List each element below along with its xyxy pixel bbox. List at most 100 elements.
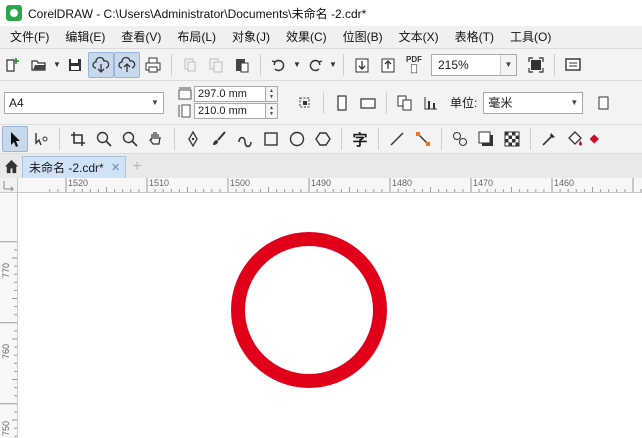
new-document-button[interactable] [0,52,26,78]
toolbar-separator [341,128,342,150]
zoom-tool-button[interactable] [91,126,117,152]
undo-icon [271,59,285,71]
diagonal-line-icon [390,132,404,146]
units-select[interactable]: 毫米 ▼ [483,91,584,114]
paste-button[interactable] [229,52,255,78]
shape-node-icon [35,133,48,146]
cloud-export-button[interactable] [114,51,140,78]
toolbar-separator [530,128,531,150]
toolbar-separator [441,128,442,150]
application-launcher-button[interactable] [560,52,586,78]
print-button[interactable] [140,52,166,78]
welcome-screen-tab[interactable] [0,154,22,178]
page-width-input[interactable]: 297.0 mm [194,86,266,102]
align-distribute-button[interactable] [418,90,444,116]
paint-bucket-icon [568,131,582,146]
all-pages-button[interactable] [292,90,318,116]
menu-file[interactable]: 文件(F) [0,26,57,48]
menu-effects[interactable]: 效果(C) [278,26,335,48]
redo-dropdown-arrow[interactable]: ▼ [328,52,338,78]
curve-tool-button[interactable] [232,126,258,152]
connector-tool-button[interactable] [410,126,436,152]
redo-button[interactable] [302,52,328,78]
horizontal-ruler[interactable]: 1520 1510 1500 1490 1480 1470 1460 [18,178,642,193]
line-tool-button[interactable] [384,126,410,152]
page-width-spinner[interactable]: ▲ ▼ [266,86,278,102]
page-size-dropdown-arrow[interactable]: ▼ [147,92,163,113]
drop-shadow-icon [478,131,493,146]
transparency-tool-button[interactable] [499,126,525,152]
full-screen-preview-button[interactable] [523,52,549,78]
drop-shadow-tool-button[interactable] [473,126,499,152]
hruler-label: 1520 [68,178,89,188]
ellipse-tool-button[interactable] [284,126,310,152]
brush-icon [213,131,226,145]
zoom-level-value[interactable]: 215% [432,58,500,72]
toolbox-more-button[interactable] [588,126,602,152]
portrait-button[interactable] [329,90,355,116]
rectangle-tool-button[interactable] [258,126,284,152]
landscape-button[interactable] [355,90,381,116]
menu-view[interactable]: 查看(V) [113,26,169,48]
home-icon [4,159,18,173]
undo-dropdown-arrow[interactable]: ▼ [292,52,302,78]
eyedropper-tool-button[interactable] [536,126,562,152]
drawing-canvas[interactable] [19,194,642,438]
zoom-out-tool-button[interactable] [117,126,143,152]
pen-tool-button[interactable] [180,126,206,152]
publish-pdf-button[interactable]: PDF [401,52,427,78]
toolbar-separator [171,53,172,76]
ruler-origin-corner[interactable] [0,178,18,193]
window-title: CorelDRAW - C:\Users\Administrator\Docum… [28,6,367,21]
import-button[interactable] [349,52,375,78]
pan-tool-button[interactable] [143,126,169,152]
new-tab-button[interactable]: + [126,156,148,178]
pick-tool-button[interactable] [2,126,28,152]
units-dropdown-arrow[interactable]: ▼ [566,92,583,113]
brush-tool-button[interactable] [206,126,232,152]
interactive-fill-tool-button[interactable] [562,126,588,152]
vertical-ruler-ticks [0,241,17,437]
export-button[interactable] [375,52,401,78]
portrait-icon [337,94,347,111]
page-size-select[interactable]: A4 ▼ [4,91,164,114]
crop-tool-button[interactable] [65,126,91,152]
toolbar-separator [554,53,555,76]
red-ring-ellipse[interactable] [231,232,387,388]
blend-tool-button[interactable] [447,126,473,152]
open-button[interactable] [26,52,52,78]
vruler-label: 750 [1,420,11,436]
menu-bitmaps[interactable]: 位图(B) [335,26,391,48]
undo-button[interactable] [266,52,292,78]
zoom-level-combo[interactable]: 215% ▼ [431,53,517,76]
outline-pen-icon [589,134,599,144]
menu-object[interactable]: 对象(J) [224,26,278,48]
import-icon [355,58,369,72]
close-tab-icon[interactable]: ✕ [111,161,125,174]
document-tab[interactable]: 未命名 -2.cdr* ✕ [22,156,126,178]
page-height-input[interactable]: 210.0 mm [194,103,266,119]
menu-tools[interactable]: 工具(O) [502,26,559,48]
page-height-spinner[interactable]: ▲ ▼ [266,103,278,119]
open-dropdown-arrow[interactable]: ▼ [52,52,62,78]
polygon-tool-button[interactable] [310,126,336,152]
page-adjust-icon [299,97,310,107]
menu-edit[interactable]: 编辑(E) [57,26,113,48]
current-page-button[interactable] [392,90,418,116]
save-button[interactable] [62,52,88,78]
copy-button[interactable] [203,52,229,78]
shape-tool-button[interactable] [28,126,54,152]
full-screen-icon [528,56,544,73]
menu-layout[interactable]: 布局(L) [169,26,224,48]
units-label: 单位: [450,96,478,110]
menu-table[interactable]: 表格(T) [447,26,502,48]
zoom-dropdown-arrow[interactable]: ▼ [500,54,516,75]
text-tool-button[interactable]: 字 [347,126,373,152]
toolbar-separator [343,53,344,76]
cloud-import-button[interactable] [88,51,114,78]
menu-text[interactable]: 文本(X) [391,26,447,48]
vertical-ruler[interactable]: 770 760 750 [0,193,18,438]
ruler-origin-icon [3,181,14,192]
property-bar-more-button[interactable] [587,90,613,116]
cut-button[interactable] [177,52,203,78]
